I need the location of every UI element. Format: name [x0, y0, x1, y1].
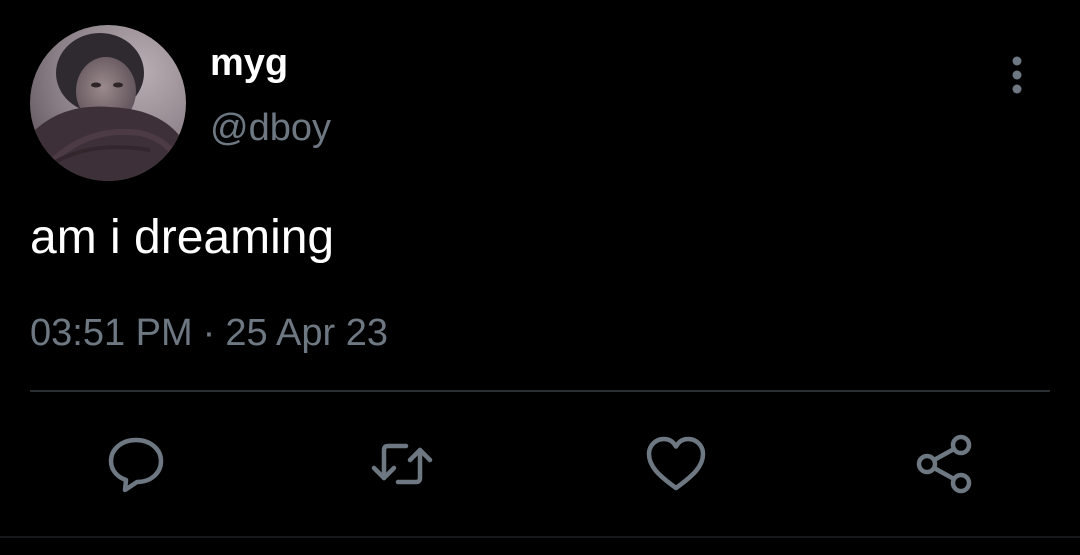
tweet-meta: 03:51 PM · 25 Apr 23	[30, 310, 388, 356]
like-button[interactable]	[644, 432, 708, 496]
share-button[interactable]	[912, 432, 976, 496]
avatar[interactable]	[30, 25, 186, 181]
user-handle[interactable]: @dboy	[210, 105, 331, 151]
display-name[interactable]: myg	[210, 40, 288, 86]
more-vertical-icon	[1012, 56, 1022, 94]
heart-icon	[646, 436, 706, 491]
retweet-button[interactable]	[370, 432, 434, 496]
reply-button[interactable]	[104, 432, 168, 496]
avatar-photo	[30, 25, 186, 181]
tweet-date: 25 Apr 23	[225, 312, 388, 354]
bottom-divider	[0, 536, 1080, 538]
meta-separator: ·	[202, 312, 216, 354]
tweet-time: 03:51 PM	[30, 312, 193, 354]
more-options-button[interactable]	[996, 52, 1038, 98]
retweet-icon	[371, 443, 433, 485]
divider	[30, 390, 1050, 392]
reply-icon	[108, 437, 164, 493]
tweet-text: am i dreaming	[30, 211, 335, 264]
share-icon	[916, 434, 972, 494]
